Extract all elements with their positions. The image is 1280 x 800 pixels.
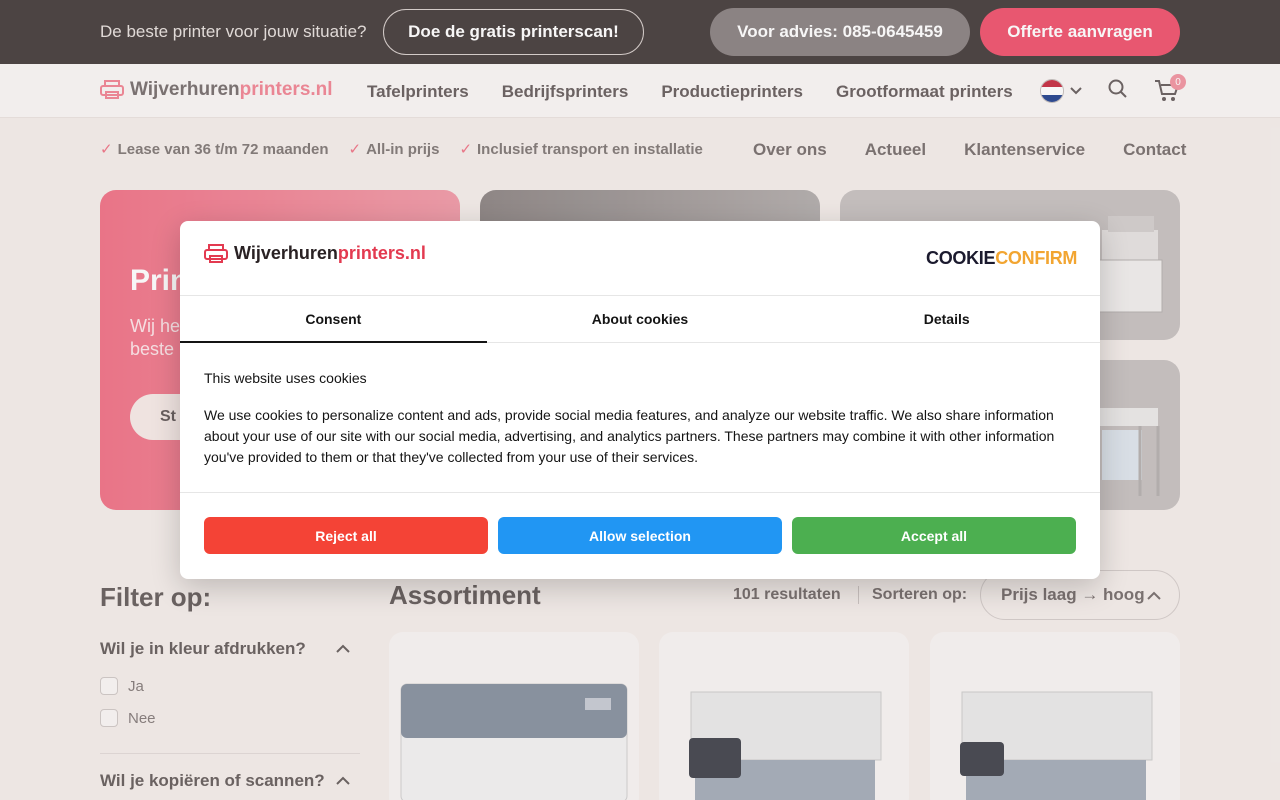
checkbox[interactable] xyxy=(100,677,118,695)
checkbox[interactable] xyxy=(100,709,118,727)
product-image xyxy=(689,691,882,800)
nav-productieprinters[interactable]: Productieprinters xyxy=(661,82,803,102)
printer-logo-icon xyxy=(204,243,228,263)
advice-phone-button[interactable]: Voor advies: 085-0645459 xyxy=(710,8,970,56)
dialog-site-logo: Wijverhurenprinters.nl xyxy=(204,243,426,264)
flag-nl-icon xyxy=(1040,79,1064,103)
cookie-consent-dialog: Wijverhurenprinters.nl COOKIECONFIRM Con… xyxy=(180,221,1100,579)
product-image xyxy=(960,691,1153,800)
result-count: 101 resultaten xyxy=(733,586,841,603)
nav-over-ons[interactable]: Over ons xyxy=(753,140,827,160)
chevron-up-icon xyxy=(336,644,350,653)
sort-value: Prijs laag → hoog xyxy=(1001,585,1145,604)
allow-selection-button[interactable]: Allow selection xyxy=(498,517,782,554)
product-image xyxy=(400,683,628,800)
cookie-tabs: Consent About cookies Details xyxy=(180,295,1100,343)
nav-actueel[interactable]: Actueel xyxy=(865,140,926,160)
printer-logo-icon xyxy=(100,80,124,99)
check-icon: ✓ xyxy=(100,141,113,158)
quote-request-button[interactable]: Offerte aanvragen xyxy=(980,8,1180,56)
secondary-nav: Over ons Actueel Klantenservice Contact xyxy=(753,140,1186,160)
usp-item: Lease van 36 t/m 72 maanden xyxy=(117,140,329,158)
filter-option-nee[interactable]: Nee xyxy=(100,709,156,727)
usp-row: ✓ Lease van 36 t/m 72 maanden ✓ All-in pri… xyxy=(100,140,703,159)
sort-label: Sorteren op: xyxy=(872,586,968,603)
logo-text-1: Wijverhuren xyxy=(234,243,338,263)
search-icon[interactable] xyxy=(1107,78,1129,100)
filter-group-label: Wil je kopiëren of scannen? xyxy=(100,771,325,790)
printerscan-button[interactable]: Doe de gratis printerscan! xyxy=(383,9,644,55)
filter-title: Filter op: xyxy=(100,582,212,612)
nav-grootformaat[interactable]: Grootformaat printers xyxy=(836,82,1013,102)
chevron-up-icon xyxy=(1147,591,1161,600)
tab-consent[interactable]: Consent xyxy=(180,296,487,343)
option-label: Ja xyxy=(128,677,144,695)
filter-group-label: Wil je in kleur afdrukken? xyxy=(100,639,306,658)
nav-tafelprinters[interactable]: Tafelprinters xyxy=(367,82,469,102)
divider xyxy=(100,753,360,754)
assortment-title: Assortiment xyxy=(389,580,541,610)
logo-text-2: printers.nl xyxy=(239,79,333,100)
top-bar: De beste printer voor jouw situatie? Doe… xyxy=(0,0,1280,64)
tab-about-cookies[interactable]: About cookies xyxy=(487,296,794,342)
product-card[interactable] xyxy=(389,632,639,800)
chevron-up-icon xyxy=(336,776,350,785)
reject-all-button[interactable]: Reject all xyxy=(204,517,488,554)
topbar-question: De beste printer voor jouw situatie? xyxy=(100,22,367,41)
filter-group-copy-scan[interactable]: Wil je kopiëren of scannen? xyxy=(100,771,360,791)
divider xyxy=(858,586,859,604)
usp-item: Inclusief transport en installatie xyxy=(477,140,703,158)
nav-contact[interactable]: Contact xyxy=(1123,140,1186,160)
cookie-body: We use cookies to personalize content an… xyxy=(204,407,1055,465)
check-icon: ✓ xyxy=(459,141,473,158)
usp-item: All-in prijs xyxy=(366,140,440,158)
cookie-title: This website uses cookies xyxy=(204,370,367,386)
language-selector[interactable] xyxy=(1040,79,1082,103)
check-icon: ✓ xyxy=(348,141,362,158)
chevron-down-icon xyxy=(1070,87,1082,95)
logo-text-2: printers.nl xyxy=(337,243,426,263)
accept-all-button[interactable]: Accept all xyxy=(792,517,1076,554)
product-card[interactable] xyxy=(659,632,909,800)
site-logo[interactable]: Wijverhurenprinters.nl xyxy=(100,79,333,101)
cart-count-badge: 0 xyxy=(1170,74,1186,90)
filter-option-ja[interactable]: Ja xyxy=(100,677,144,695)
option-label: Nee xyxy=(128,709,156,727)
cookieconfirm-logo: COOKIECONFIRM xyxy=(926,248,1078,268)
product-card[interactable] xyxy=(930,632,1180,800)
tab-details[interactable]: Details xyxy=(793,296,1100,342)
nav-klantenservice[interactable]: Klantenservice xyxy=(964,140,1085,160)
nav-bedrijfsprinters[interactable]: Bedrijfsprinters xyxy=(502,82,629,102)
logo-text-1: Wijverhuren xyxy=(130,79,240,100)
filter-group-color[interactable]: Wil je in kleur afdrukken? xyxy=(100,639,360,659)
main-nav: Wijverhurenprinters.nl Tafelprinters Bed… xyxy=(0,64,1280,118)
